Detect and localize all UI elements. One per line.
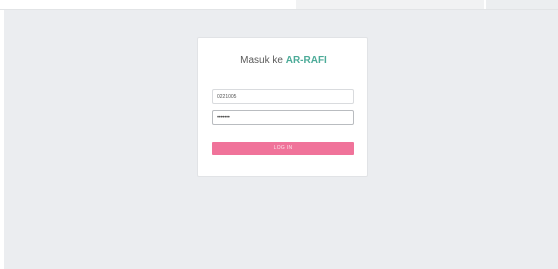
browser-tab[interactable] xyxy=(296,0,484,9)
browser-top-bar xyxy=(0,0,558,10)
brand-name: AR-RAFI xyxy=(285,55,327,66)
login-card: Masuk ke AR-RAFI LOG IN xyxy=(197,37,368,177)
username-input[interactable] xyxy=(212,89,354,104)
password-input[interactable] xyxy=(212,110,354,125)
login-button[interactable]: LOG IN xyxy=(212,142,354,155)
login-title-prefix: Masuk ke xyxy=(240,55,286,66)
login-title: Masuk ke AR-RAFI xyxy=(198,55,369,66)
browser-tab-secondary[interactable] xyxy=(486,0,558,9)
